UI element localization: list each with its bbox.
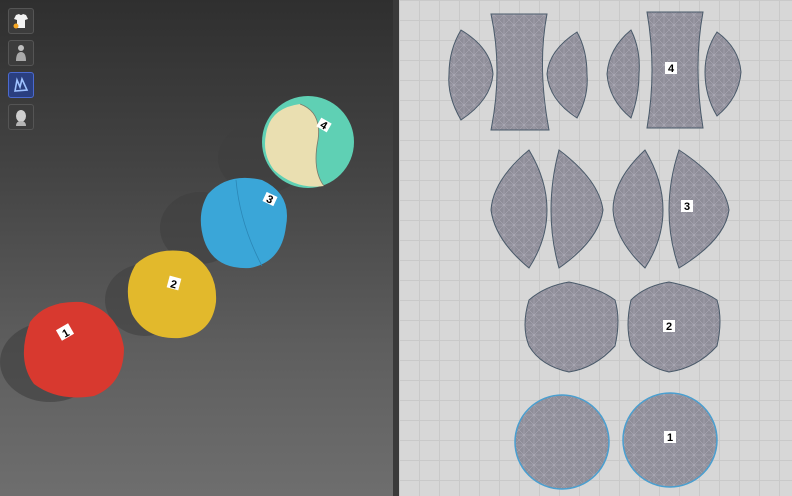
garment-button[interactable] [8,8,34,34]
pattern-group-4[interactable]: 4 [448,11,742,131]
pattern-2-label: 2 [666,321,672,333]
pattern-group-1[interactable]: 1 [514,392,718,490]
2d-pattern-scene: 4 3 2 1 [448,11,742,490]
pattern-button[interactable] [8,72,34,98]
3d-viewport[interactable]: 4 3 2 1 [0,0,393,496]
ball-1[interactable]: 1 [23,301,124,398]
viewport-toolbar [8,8,34,130]
avatar-body-icon [16,45,26,61]
pattern-group-2[interactable]: 2 [524,281,721,373]
pattern-4-label: 4 [668,63,675,75]
pattern-group-3[interactable]: 3 [490,149,730,269]
pattern-icon [14,76,29,92]
pattern-1-label: 1 [667,432,673,444]
pattern-3-label: 3 [684,201,690,213]
garment-icon [13,14,28,29]
ball-2[interactable]: 2 [127,250,217,339]
avatar-head-icon [16,110,26,126]
ball-4[interactable]: 4 [262,96,354,188]
avatar-head-button[interactable] [8,104,34,130]
ball-3[interactable]: 3 [200,177,287,269]
2d-pattern-window[interactable]: 4 3 2 1 [399,0,792,496]
avatar-body-button[interactable] [8,40,34,66]
3d-scene: 4 3 2 1 [0,96,354,402]
